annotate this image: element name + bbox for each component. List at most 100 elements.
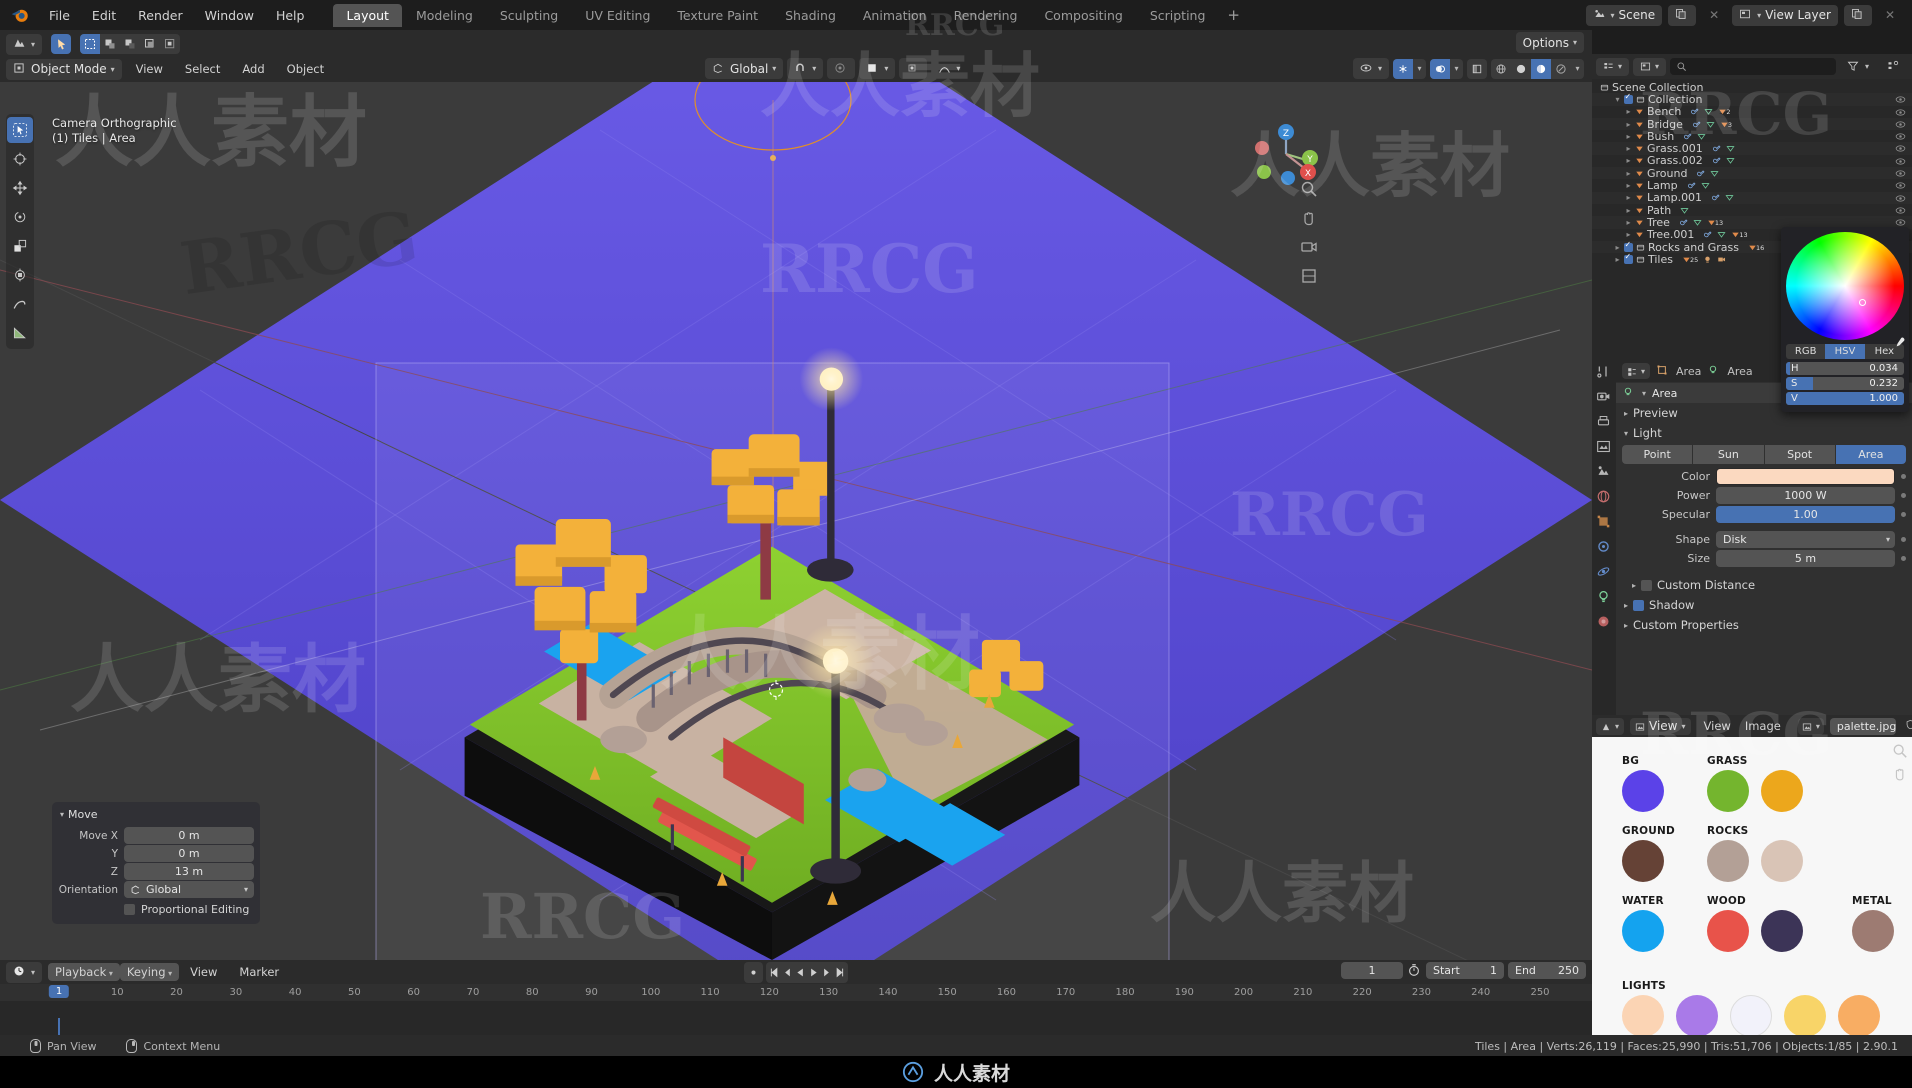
snap-magnet-toggle[interactable]: ▾	[787, 58, 824, 79]
outliner-disclosure-icon[interactable]: ▸	[1622, 156, 1635, 165]
outliner-visibility-eye-icon[interactable]	[1895, 131, 1906, 142]
outliner-disclosure-icon[interactable]: ▸	[1622, 218, 1635, 227]
custom-distance-checkbox[interactable]	[1641, 579, 1653, 591]
section-custom-distance[interactable]: ▸ Custom Distance	[1616, 575, 1912, 595]
badge-mesh-count-13[interactable]: 13	[1731, 230, 1748, 239]
color-wheel-cursor[interactable]	[1859, 298, 1867, 306]
overlay-toggle-group[interactable]: ▾	[1430, 58, 1463, 79]
tool-annotate[interactable]	[7, 291, 33, 317]
custom-properties-disclosure-icon[interactable]: ▸	[1624, 621, 1628, 630]
frame-start-field[interactable]: Start 1	[1426, 962, 1504, 979]
orientation-dropdown[interactable]: Global ▾	[124, 881, 254, 898]
badge-mesh[interactable]	[1726, 144, 1735, 153]
outliner-checkbox[interactable]	[1624, 240, 1633, 252]
properties-editor-type[interactable]: ▾	[1622, 363, 1651, 379]
badge-modifier[interactable]	[1703, 230, 1712, 239]
breadcrumb-data-name[interactable]: Area	[1727, 365, 1752, 378]
select-extend-icon[interactable]	[100, 34, 120, 54]
proportional-falloff-selector[interactable]: ▾	[859, 58, 896, 79]
viewport-menu-view[interactable]: View	[125, 59, 174, 79]
disclosure-triangle-icon[interactable]: ▾	[60, 810, 64, 819]
image-editor-mode[interactable]: View ▾	[1630, 717, 1691, 735]
badge-mesh[interactable]	[1726, 156, 1735, 165]
fake-user-button[interactable]	[1902, 716, 1912, 737]
image-name-field[interactable]: palette.jpg	[1829, 717, 1897, 735]
shading-mode-group[interactable]: ▾	[1491, 58, 1584, 79]
outliner-restriction-toggles[interactable]	[1880, 56, 1908, 77]
workspace-tab-sculpting[interactable]: Sculpting	[487, 4, 571, 27]
select-intersect-icon[interactable]	[160, 34, 180, 54]
outliner-disclosure-icon[interactable]: ▸	[1622, 181, 1635, 190]
scene-selector[interactable]: ▾ Scene	[1585, 4, 1663, 26]
color-picker-popover[interactable]: RGB HSV Hex H 0.034 S 0.232 V 1.000	[1781, 227, 1909, 412]
badge-modifier[interactable]	[1679, 218, 1688, 227]
xray-icon[interactable]	[1467, 59, 1487, 79]
badge-camera[interactable]	[1717, 255, 1726, 264]
current-frame-field[interactable]: 1	[1341, 962, 1403, 979]
color-tab-rgb[interactable]: RGB	[1786, 344, 1826, 359]
outliner-row-scene-collection[interactable]: Scene Collection	[1592, 81, 1912, 94]
badge-modifier[interactable]	[1687, 181, 1696, 190]
breadcrumb-object-name[interactable]: Area	[1676, 365, 1701, 378]
timeline-menu-playback[interactable]: Playback ▾	[48, 963, 120, 981]
tab-object-data-light[interactable]	[1596, 589, 1613, 606]
color-channel-v[interactable]: V 1.000	[1786, 392, 1904, 405]
badge-mesh-count-3[interactable]: 3	[1720, 120, 1732, 129]
outliner-row-bridge[interactable]: ▸ Bridge 3	[1592, 118, 1912, 131]
timeline-track-area[interactable]	[0, 1001, 1592, 1035]
viewport-menu-select[interactable]: Select	[174, 59, 231, 79]
outliner-disclosure-icon[interactable]: ▸	[1611, 255, 1624, 264]
tool-cursor[interactable]	[7, 146, 33, 172]
light-type-spot[interactable]: Spot	[1764, 445, 1836, 464]
menu-edit[interactable]: Edit	[81, 5, 127, 26]
outliner-row-bench[interactable]: ▸ Bench 2	[1592, 105, 1912, 118]
image-menu-view[interactable]: View	[1697, 717, 1738, 735]
badge-mesh[interactable]	[1706, 120, 1715, 129]
tab-output[interactable]	[1596, 414, 1613, 431]
outliner-row-grass-002[interactable]: ▸ Grass.002	[1592, 154, 1912, 167]
color-mode-tabs[interactable]: RGB HSV Hex	[1786, 344, 1904, 359]
viewport-options-button[interactable]: Options ▾	[1515, 32, 1584, 53]
workspace-tab-rendering[interactable]: Rendering	[941, 4, 1031, 27]
shading-solid-icon[interactable]	[1511, 59, 1531, 79]
tool-measure[interactable]	[7, 320, 33, 346]
operator-row-value-1[interactable]: 0 m	[124, 845, 254, 862]
shading-rendered-icon[interactable]	[1551, 59, 1571, 79]
badge-mesh-count-25[interactable]: 25	[1682, 255, 1698, 264]
animate-property-dot[interactable]	[1901, 493, 1906, 498]
outliner-row-ground[interactable]: ▸ Ground	[1592, 167, 1912, 180]
outliner-visibility-eye-icon[interactable]	[1895, 94, 1906, 105]
outliner-visibility-eye-icon[interactable]	[1895, 143, 1906, 154]
light-type-point[interactable]: Point	[1622, 445, 1694, 464]
outliner-row-grass-001[interactable]: ▸ Grass.001	[1592, 142, 1912, 155]
light-field-value-size[interactable]: 5 m	[1716, 550, 1895, 567]
menu-render[interactable]: Render	[127, 5, 194, 26]
badge-modifier[interactable]	[1690, 107, 1699, 116]
new-scene-button[interactable]	[1668, 4, 1697, 26]
workspace-tab-uv-editing[interactable]: UV Editing	[572, 4, 663, 27]
light-datablock-name[interactable]: Area	[1652, 387, 1677, 400]
outliner-disclosure-icon[interactable]: ▸	[1622, 120, 1635, 129]
select-mode-group[interactable]	[80, 34, 181, 54]
playhead-label[interactable]: 1	[48, 985, 70, 998]
proportional-edit-toggle[interactable]	[827, 58, 856, 79]
custom-distance-disclosure-icon[interactable]: ▸	[1632, 581, 1636, 590]
light-disclosure-icon[interactable]: ▾	[1624, 429, 1628, 438]
overlays-icon[interactable]	[1430, 58, 1450, 79]
proportional-editing-row[interactable]: Proportional Editing	[124, 903, 254, 916]
operator-row-value-2[interactable]: 13 m	[124, 863, 254, 880]
tab-object[interactable]	[1596, 514, 1613, 531]
timeline-menu-view[interactable]: View	[179, 962, 228, 982]
outliner-search-input[interactable]	[1670, 58, 1836, 75]
proportional-curve-selector[interactable]: ▾	[931, 58, 967, 79]
light-field-value-shape[interactable]: Disk ▾	[1716, 531, 1895, 548]
badge-modifier[interactable]	[1696, 169, 1705, 178]
workspace-tab-shading[interactable]: Shading	[772, 4, 849, 27]
outliner-row-collection[interactable]: ▾ Collection	[1592, 92, 1912, 106]
badge-mesh[interactable]	[1717, 230, 1726, 239]
viewport-menu-object[interactable]: Object	[276, 59, 335, 79]
badge-mesh[interactable]	[1693, 218, 1702, 227]
timeline-menu-marker[interactable]: Marker	[228, 962, 290, 982]
badge-mesh-count-13[interactable]: 13	[1707, 218, 1723, 227]
animate-property-dot[interactable]	[1901, 474, 1906, 479]
